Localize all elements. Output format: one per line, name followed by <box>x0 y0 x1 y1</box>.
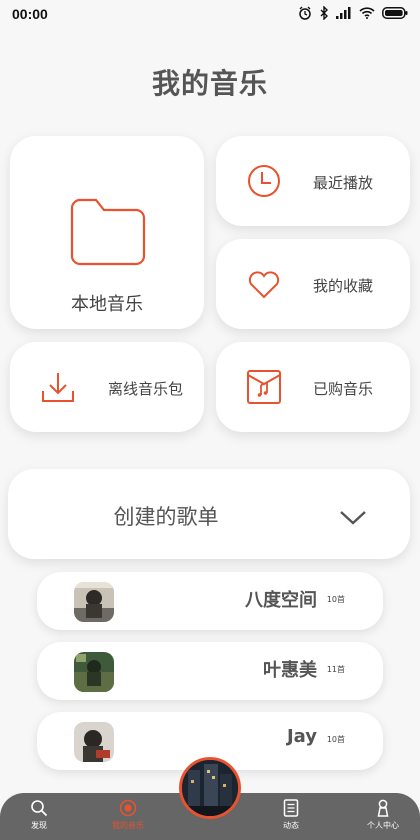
clock-icon <box>248 165 280 197</box>
nav-discover-label: 发现 <box>31 821 47 830</box>
music-record-icon <box>119 799 137 817</box>
playlist-cover <box>74 652 114 692</box>
offline-music-label: 离线音乐包 <box>108 380 184 398</box>
alarm-icon <box>299 6 311 20</box>
nav-my-music-label: 我的音乐 <box>112 821 144 830</box>
folder-icon <box>70 198 146 266</box>
playlist-cover <box>74 582 114 622</box>
album-art <box>182 760 238 816</box>
playlist-count: 10首 <box>326 595 345 604</box>
person-icon <box>377 799 389 817</box>
nav-discover[interactable]: 发现 <box>9 799 69 831</box>
feed-icon <box>283 799 299 817</box>
heart-icon <box>248 271 280 299</box>
created-playlists-title: 创建的歌单 <box>113 505 219 529</box>
status-bar: 00:00 <box>0 0 420 28</box>
playlist-item[interactable]: 叶惠美 11首 <box>37 642 383 700</box>
status-icons <box>298 6 408 20</box>
playlist-count: 11首 <box>326 665 345 674</box>
download-icon <box>42 373 74 402</box>
playlist-name: Jay <box>286 726 317 747</box>
nav-my-music[interactable]: 我的音乐 <box>98 799 158 831</box>
bluetooth-icon <box>320 6 328 20</box>
chevron-down-icon[interactable] <box>340 511 366 525</box>
nav-feed-label: 动态 <box>283 821 299 830</box>
purchased-music-card[interactable]: 已购音乐 <box>216 342 410 432</box>
created-playlists-header[interactable]: 创建的歌单 <box>8 469 410 559</box>
recent-play-card[interactable]: 最近播放 <box>216 136 410 226</box>
search-icon <box>31 800 48 817</box>
purchased-music-icon <box>247 370 281 404</box>
local-music-label: 本地音乐 <box>71 294 143 315</box>
nav-profile[interactable]: 个人中心 <box>353 799 413 831</box>
playlist-item[interactable]: 八度空间 10首 <box>37 572 383 630</box>
recent-play-label: 最近播放 <box>313 174 374 192</box>
status-time: 00:00 <box>12 6 48 22</box>
purchased-music-label: 已购音乐 <box>313 380 374 398</box>
playlist-cover <box>74 722 114 762</box>
battery-icon <box>382 7 408 19</box>
playlist-name: 八度空间 <box>245 590 317 611</box>
now-playing-disc[interactable] <box>179 757 241 819</box>
nav-profile-label: 个人中心 <box>367 821 399 830</box>
page-title: 我的音乐 <box>151 67 268 100</box>
favorites-card[interactable]: 我的收藏 <box>216 239 410 329</box>
playlist-name: 叶惠美 <box>263 660 317 681</box>
wifi-icon <box>359 7 375 19</box>
local-music-card[interactable]: 本地音乐 <box>10 136 204 329</box>
offline-music-card[interactable]: 离线音乐包 <box>10 342 204 432</box>
favorites-label: 我的收藏 <box>313 277 374 295</box>
signal-icon <box>336 7 351 19</box>
playlist-count: 10首 <box>326 735 345 744</box>
nav-feed[interactable]: 动态 <box>261 799 321 831</box>
